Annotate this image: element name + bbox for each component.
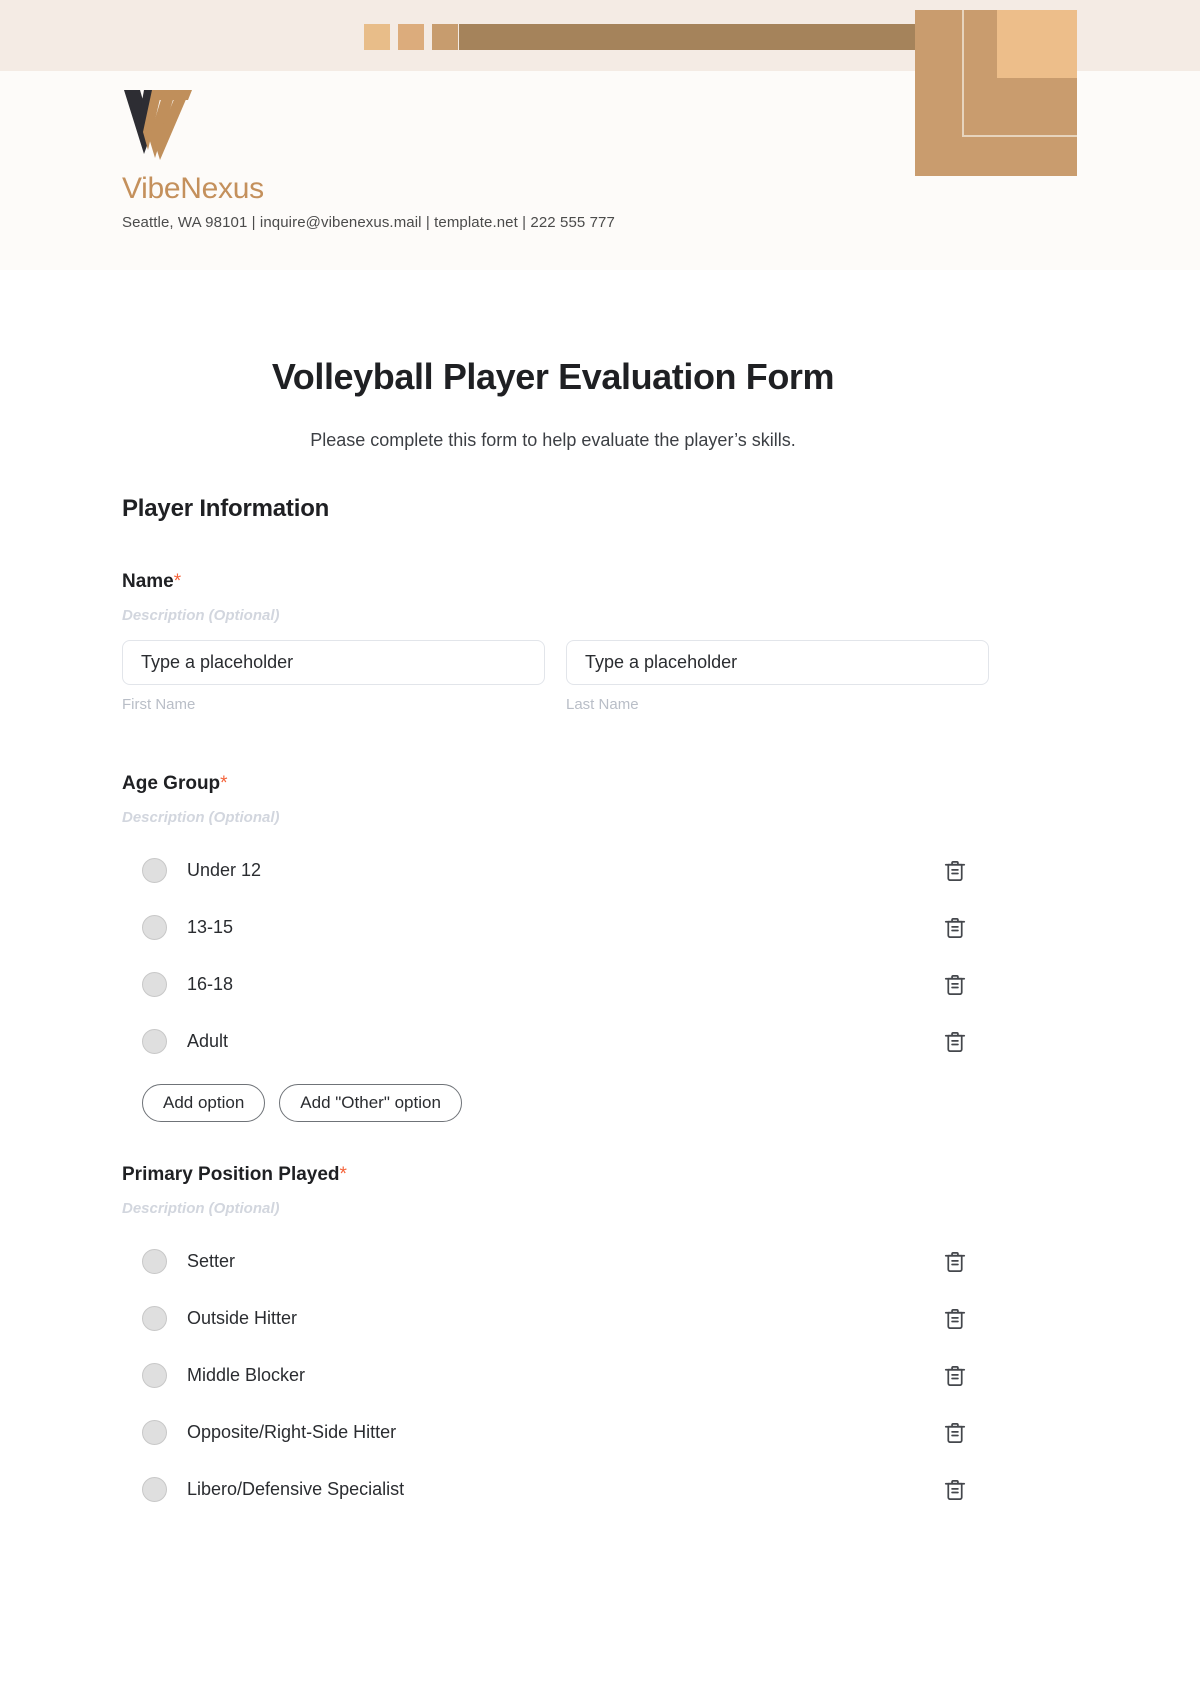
- option-row[interactable]: Setter: [122, 1233, 982, 1290]
- option-label: Outside Hitter: [187, 1308, 298, 1328]
- radio-button[interactable]: [142, 972, 167, 997]
- section-heading-player-information: Player Information: [122, 495, 330, 522]
- primary-position-option-list: Setter Outside Hitter Middle Blocker Opp…: [122, 1233, 1002, 1518]
- last-name-sub-label: Last Name: [566, 696, 639, 713]
- field-label-text: Name: [122, 571, 174, 592]
- trash-icon[interactable]: [942, 1249, 968, 1275]
- field-label-primary-position-played: Primary Position Played*: [122, 1164, 1002, 1186]
- radio-button[interactable]: [142, 1420, 167, 1445]
- field-label-text: Age Group: [122, 773, 221, 794]
- required-asterisk: *: [173, 571, 182, 592]
- field-label-age-group: Age Group*: [122, 773, 1002, 795]
- option-label: Adult: [187, 1031, 229, 1051]
- first-name-column: First Name: [122, 640, 545, 713]
- option-row[interactable]: Libero/Defensive Specialist: [122, 1461, 982, 1518]
- trash-icon[interactable]: [942, 858, 968, 884]
- add-other-option-button[interactable]: Add "Other" option: [279, 1084, 462, 1122]
- radio-button[interactable]: [142, 1363, 167, 1388]
- radio-button[interactable]: [142, 858, 167, 883]
- trash-icon[interactable]: [942, 1306, 968, 1332]
- decorative-corner-outline: [962, 10, 1077, 137]
- required-asterisk: *: [339, 1164, 347, 1185]
- field-age-group: Age Group* Description (Optional) Under …: [122, 773, 1002, 1122]
- option-label: Libero/Defensive Specialist: [187, 1479, 405, 1499]
- last-name-input[interactable]: [566, 640, 989, 685]
- option-label: Setter: [187, 1251, 236, 1271]
- option-row[interactable]: Middle Blocker: [122, 1347, 982, 1404]
- option-row[interactable]: 13-15: [122, 899, 982, 956]
- trash-icon[interactable]: [942, 1029, 968, 1055]
- radio-button[interactable]: [142, 1029, 167, 1054]
- page-subtitle: Please complete this form to help evalua…: [310, 430, 796, 450]
- option-row[interactable]: Adult: [122, 1013, 982, 1070]
- brand-contact-line: Seattle, WA 98101 | inquire@vibenexus.ma…: [122, 214, 615, 231]
- radio-button[interactable]: [142, 1249, 167, 1274]
- trash-icon[interactable]: [942, 972, 968, 998]
- trash-icon[interactable]: [942, 915, 968, 941]
- option-row[interactable]: Under 12: [122, 842, 982, 899]
- decorative-square-3: [432, 24, 458, 50]
- name-input-row: First Name Last Name: [122, 640, 1002, 713]
- option-label: 13-15: [187, 917, 234, 937]
- trash-icon[interactable]: [942, 1477, 968, 1503]
- option-label: Middle Blocker: [187, 1365, 306, 1385]
- page-title: Volleyball Player Evaluation Form: [271, 356, 835, 397]
- field-label-text: Primary Position Played: [122, 1164, 340, 1185]
- last-name-column: Last Name: [566, 640, 989, 713]
- radio-button[interactable]: [142, 1477, 167, 1502]
- field-name: Name* Description (Optional) First Name …: [122, 571, 1002, 713]
- radio-button[interactable]: [142, 1306, 167, 1331]
- age-group-option-list: Under 12 13-15 16-18 Adult: [122, 842, 1002, 1070]
- field-description-age-group: Description (Optional): [122, 809, 280, 826]
- required-asterisk: *: [220, 773, 228, 794]
- decorative-square-2: [398, 24, 424, 50]
- trash-icon[interactable]: [942, 1420, 968, 1446]
- option-row[interactable]: 16-18: [122, 956, 982, 1013]
- field-label-name: Name*: [122, 571, 1002, 593]
- option-label: Opposite/Right-Side Hitter: [187, 1422, 397, 1442]
- brand-logo-block: VibeNexus Seattle, WA 98101 | inquire@vi…: [122, 88, 615, 231]
- first-name-input[interactable]: [122, 640, 545, 685]
- add-option-button[interactable]: Add option: [142, 1084, 266, 1122]
- option-label: Under 12: [187, 860, 262, 880]
- first-name-sub-label: First Name: [122, 696, 196, 713]
- field-primary-position-played: Primary Position Played* Description (Op…: [122, 1164, 1002, 1518]
- option-row[interactable]: Opposite/Right-Side Hitter: [122, 1404, 982, 1461]
- option-row[interactable]: Outside Hitter: [122, 1290, 982, 1347]
- vibenexus-logo-icon: [124, 90, 192, 160]
- field-description-name: Description (Optional): [122, 607, 280, 624]
- field-description-primary-position-played: Description (Optional): [122, 1200, 280, 1217]
- trash-icon[interactable]: [942, 1363, 968, 1389]
- radio-button[interactable]: [142, 915, 167, 940]
- form-content: Player Information Name* Description (Op…: [122, 495, 1002, 1518]
- add-option-button-row: Add option Add "Other" option: [142, 1084, 1002, 1122]
- decorative-square-1: [364, 24, 390, 50]
- option-label: 16-18: [187, 974, 234, 994]
- brand-name: VibeNexus: [122, 172, 264, 205]
